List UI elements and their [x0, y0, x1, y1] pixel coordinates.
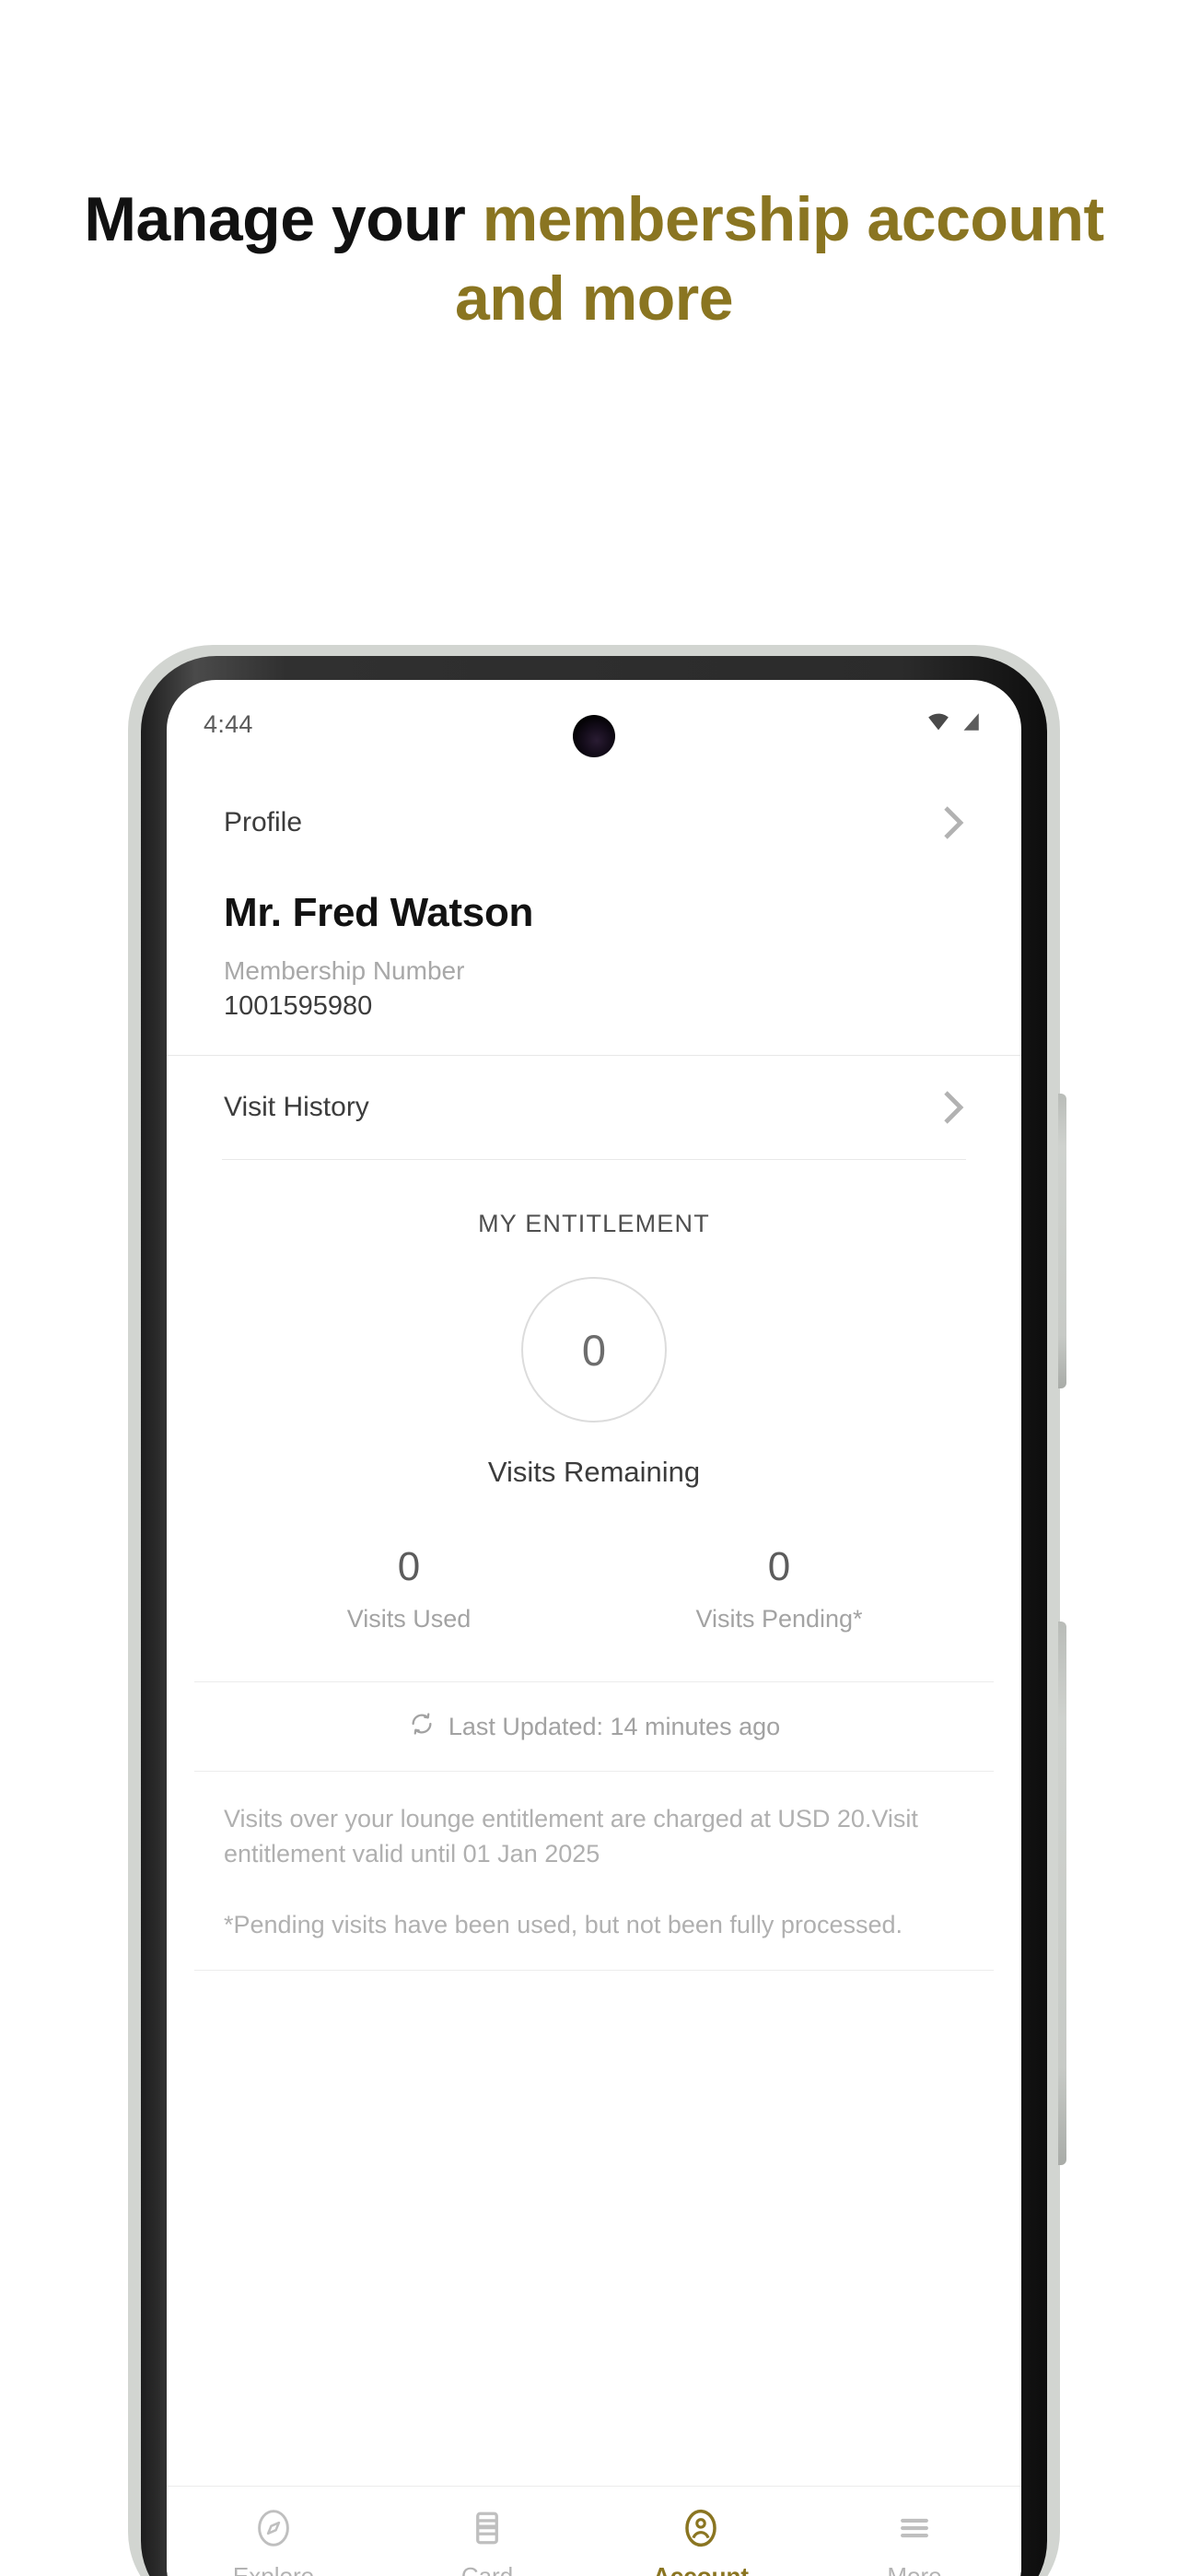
- nav-label: Explore: [232, 2562, 315, 2576]
- phone-screen: 4:44 Profile Mr. Fred Watson Membership …: [167, 680, 1021, 2576]
- stat-value: 0: [397, 1544, 421, 1589]
- stat-visits-used: 0 Visits Used: [224, 1544, 594, 1633]
- visit-history-row-label: Visit History: [224, 1092, 369, 1122]
- nav-item-more[interactable]: More: [808, 2507, 1021, 2576]
- status-bar-time: 4:44: [204, 709, 253, 738]
- wifi-icon: [925, 710, 952, 739]
- card-icon: [467, 2507, 507, 2549]
- headline-plain-text: Manage your: [84, 184, 483, 254]
- account-circle-icon: [681, 2507, 721, 2549]
- status-bar: 4:44: [167, 680, 1021, 768]
- stat-label: Visits Used: [346, 1605, 472, 1633]
- nav-label: More: [887, 2562, 942, 2576]
- disclaimer-notes: Visits over your lounge entitlement are …: [167, 1772, 1021, 1942]
- profile-row-label: Profile: [224, 807, 303, 837]
- membership-number-value: 1001595980: [224, 991, 373, 1021]
- member-name: Mr. Fred Watson: [224, 890, 534, 935]
- chevron-right-icon[interactable]: [942, 804, 964, 841]
- nav-label: Account: [653, 2562, 749, 2576]
- profile-row[interactable]: Profile: [167, 768, 1021, 877]
- last-updated-block: Last Updated: 14 minutes ago: [167, 1681, 1021, 1772]
- visits-remaining-caption: Visits Remaining: [487, 1456, 701, 1488]
- status-bar-indicators: [925, 710, 983, 739]
- phone-power-button[interactable]: [1058, 1094, 1066, 1388]
- entitlement-section: MY ENTITLEMENT 0 Visits Remaining 0 Visi…: [167, 1160, 1021, 1633]
- nav-item-card[interactable]: Card: [380, 2507, 594, 2576]
- entitlement-title: MY ENTITLEMENT: [478, 1210, 710, 1237]
- note-charges: Visits over your lounge entitlement are …: [224, 1805, 918, 1868]
- note-pending: *Pending visits have been used, but not …: [224, 1910, 903, 1938]
- chevron-right-icon[interactable]: [942, 1089, 964, 1126]
- page-root: Manage your membership account and more …: [0, 0, 1188, 2576]
- stat-visits-pending: 0 Visits Pending*: [594, 1544, 964, 1633]
- stat-value: 0: [767, 1544, 791, 1589]
- member-identity-block: Mr. Fred Watson Membership Number 100159…: [167, 877, 1021, 1055]
- compass-icon: [253, 2507, 294, 2549]
- phone-device-mockup: 4:44 Profile Mr. Fred Watson Membership …: [128, 645, 1066, 2576]
- hamburger-menu-icon: [894, 2507, 935, 2549]
- nav-item-explore[interactable]: Explore: [167, 2507, 380, 2576]
- nav-item-account[interactable]: Account: [594, 2507, 808, 2576]
- bottom-navigation-bar: Explore Card Account More: [167, 2486, 1021, 2576]
- nav-label: Card: [460, 2562, 514, 2576]
- visit-history-row[interactable]: Visit History: [167, 1056, 1021, 1159]
- stat-label: Visits Pending*: [695, 1605, 863, 1633]
- visits-remaining-value: 0: [581, 1325, 607, 1375]
- phone-volume-button[interactable]: [1058, 1622, 1066, 2165]
- visits-remaining-ring: 0: [521, 1277, 667, 1423]
- cellular-signal-icon: [957, 710, 983, 739]
- front-camera-punch-hole: [573, 715, 615, 757]
- headline-accent-text: membership account and more: [454, 184, 1104, 334]
- membership-number-label: Membership Number: [224, 956, 465, 985]
- refresh-icon[interactable]: [408, 1710, 436, 1744]
- last-updated-text: Last Updated: 14 minutes ago: [448, 1712, 781, 1740]
- visit-stats-row: 0 Visits Used 0 Visits Pending*: [167, 1544, 1021, 1633]
- marketing-headline: Manage your membership account and more: [0, 181, 1188, 338]
- last-updated-row[interactable]: Last Updated: 14 minutes ago: [167, 1682, 1021, 1771]
- divider-above-nav-spacer: [194, 1969, 994, 1971]
